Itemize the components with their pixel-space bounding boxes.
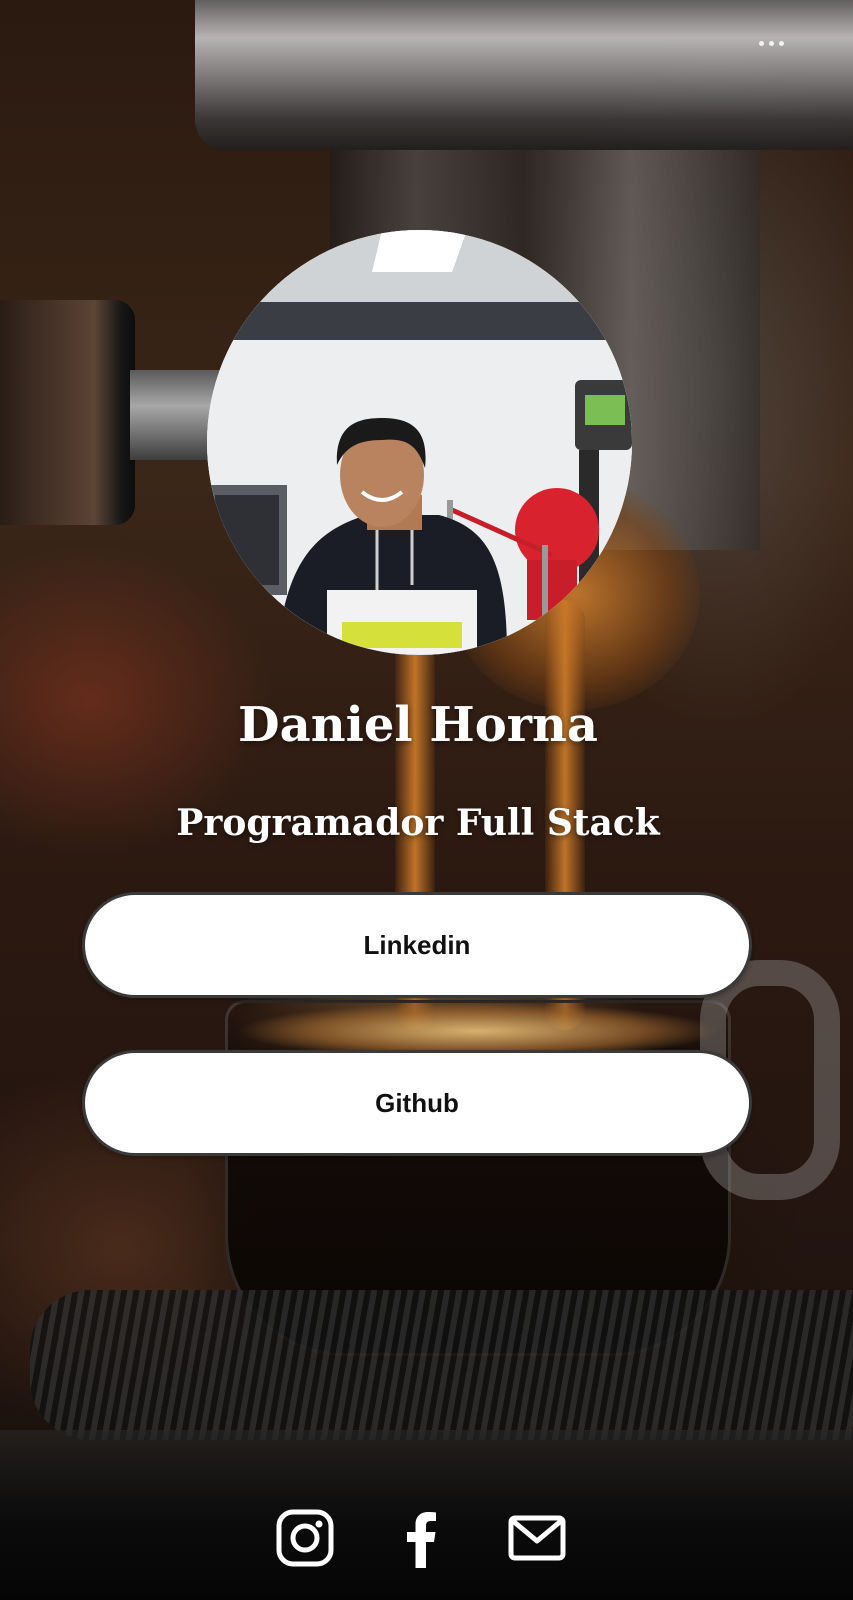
social-links-bar <box>0 1508 836 1578</box>
profile-title: Programador Full Stack <box>176 802 660 844</box>
background-left-pipe <box>0 300 135 525</box>
background-drip-tray <box>30 1290 853 1440</box>
instagram-icon[interactable] <box>276 1508 334 1568</box>
background-machine-head <box>195 0 853 150</box>
more-horizontal-icon-dot <box>778 40 784 46</box>
profile-name: Daniel Horna <box>238 697 598 753</box>
mail-icon[interactable] <box>508 1508 566 1568</box>
profile-avatar <box>207 230 632 655</box>
avatar-photo <box>207 230 632 655</box>
more-options-button[interactable] <box>751 28 791 58</box>
more-horizontal-icon <box>758 40 764 46</box>
more-horizontal-icon-dot <box>768 40 774 46</box>
facebook-icon[interactable] <box>404 1508 438 1568</box>
linkedin-link-button[interactable]: Linkedin <box>82 892 752 998</box>
link-in-bio-page: Daniel Horna Programador Full Stack Link… <box>0 0 853 1600</box>
github-link-button[interactable]: Github <box>82 1050 752 1156</box>
